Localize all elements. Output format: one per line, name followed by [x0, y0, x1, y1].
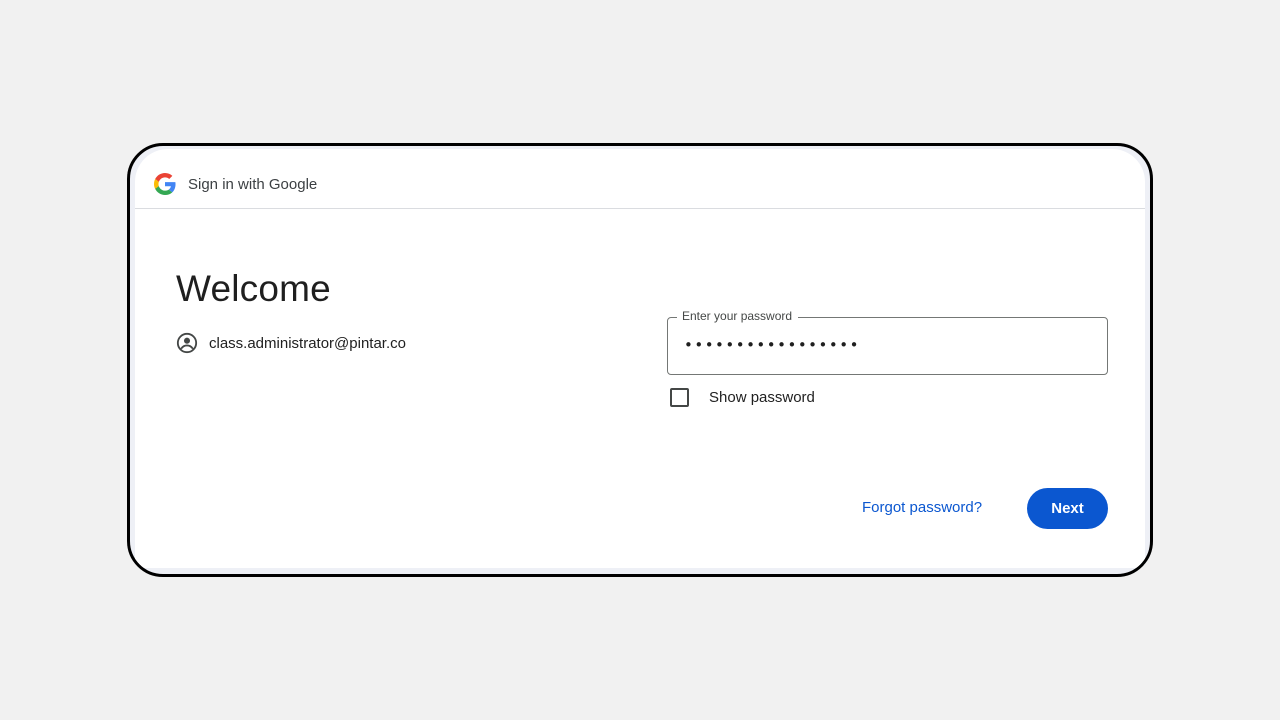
- account-email: class.administrator@pintar.co: [209, 334, 406, 352]
- show-password-label: Show password: [709, 388, 815, 406]
- show-password-toggle[interactable]: Show password: [670, 387, 815, 407]
- google-g-icon: [154, 173, 176, 195]
- sign-in-header: Sign in with Google: [135, 149, 1145, 209]
- password-value: •••••••••••••••••: [684, 336, 860, 354]
- sign-in-window: Sign in with Google Welcome class.admini…: [127, 143, 1153, 577]
- header-title: Sign in with Google: [188, 176, 318, 193]
- account-chip[interactable]: class.administrator@pintar.co: [176, 331, 406, 355]
- forgot-password-link[interactable]: Forgot password?: [862, 499, 982, 516]
- password-label: Enter your password: [677, 309, 799, 323]
- next-button[interactable]: Next: [1027, 488, 1108, 529]
- page-title: Welcome: [176, 268, 331, 309]
- sign-in-card: Sign in with Google Welcome class.admini…: [135, 149, 1145, 568]
- account-circle-icon: [176, 332, 198, 354]
- password-input[interactable]: Enter your password •••••••••••••••••: [667, 309, 1108, 375]
- show-password-checkbox[interactable]: [670, 387, 689, 407]
